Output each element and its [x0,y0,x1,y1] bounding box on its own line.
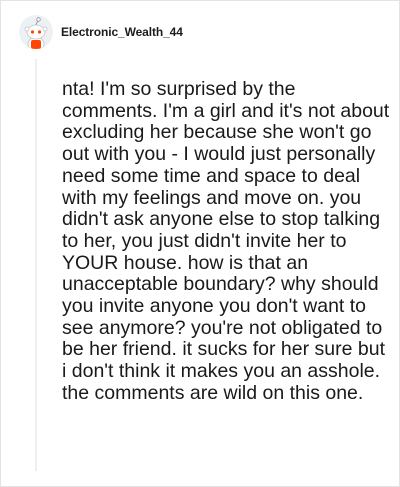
thread-collapse-line[interactable] [35,59,37,471]
comment-author[interactable]: Electronic_Wealth_44 [61,25,183,39]
comment-header: Electronic_Wealth_44 [19,15,183,49]
comment-body-text: nta! I'm so surprised by the comments. I… [62,78,390,404]
comment-card: Electronic_Wealth_44 nta! I'm so surpris… [0,0,400,487]
reddit-snoo-avatar-icon [24,17,48,49]
avatar[interactable] [19,15,53,49]
